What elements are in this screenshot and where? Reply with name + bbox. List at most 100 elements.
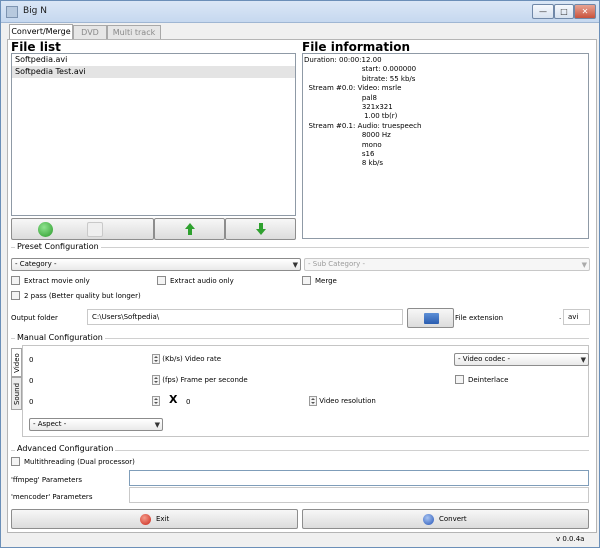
info-line: s16 (304, 150, 375, 159)
chevron-down-icon: ▼ (292, 261, 298, 269)
app-icon (6, 6, 18, 18)
info-line: pal8 (304, 93, 377, 102)
deinterlace-checkbox[interactable]: Deinterlace (455, 374, 509, 385)
category-value: - Category - (15, 260, 57, 268)
merge-checkbox[interactable]: Merge (302, 275, 337, 286)
resolution-width-spinner-wrap (152, 396, 160, 406)
chevron-down-icon: ▼ (580, 356, 586, 364)
resolution-height-field[interactable]: 0 (186, 397, 190, 407)
video-codec-select[interactable]: - Video codec - ▼ (454, 353, 589, 366)
resolution-width-field[interactable]: 0 (29, 397, 33, 407)
output-folder-field[interactable]: C:\Users\Softpedia\ (87, 309, 403, 325)
trash-icon[interactable] (87, 222, 103, 237)
tab-video-label: Video (12, 352, 21, 373)
video-rate-label: (Kb/s) Video rate (162, 355, 222, 363)
video-codec-value: - Video codec - (458, 355, 511, 363)
info-line: 1.00 tb(r) (304, 112, 398, 121)
convert-button[interactable]: Convert (302, 509, 589, 529)
file-list-heading: File list (11, 40, 61, 54)
checkbox-icon (157, 275, 166, 285)
aspect-value: - Aspect - (33, 420, 67, 428)
chevron-down-icon: ▼ (581, 261, 587, 269)
file-extension-label: File extension (455, 314, 504, 322)
version-label: v 0.0.4a (556, 535, 585, 543)
info-line: start: 0.000000 (304, 65, 417, 74)
merge-label: Merge (315, 277, 337, 285)
arrow-down-icon (226, 219, 295, 235)
checkbox-icon (302, 275, 311, 285)
aspect-select[interactable]: - Aspect - ▼ (29, 418, 163, 431)
mencoder-params-field[interactable] (129, 487, 589, 503)
arrow-up-icon (155, 219, 224, 235)
exit-button[interactable]: Exit (11, 509, 298, 529)
close-button[interactable]: ✕ (574, 4, 596, 19)
tab-convert-merge[interactable]: Convert/Merge (9, 24, 73, 40)
resolution-x: X (169, 393, 178, 406)
video-rate-spinner[interactable] (152, 354, 160, 364)
move-up-button[interactable] (154, 218, 225, 240)
output-folder-label: Output folder (11, 314, 58, 322)
list-item[interactable]: Softpedia.avi (12, 54, 295, 66)
resolution-height-spinner[interactable] (309, 396, 317, 406)
ffmpeg-params-field[interactable] (129, 470, 589, 486)
tab-sound[interactable]: Sound (11, 377, 22, 410)
sub-category-select[interactable]: - Sub Category - ▼ (304, 258, 590, 271)
title-bar: Big N — □ ✕ (1, 1, 599, 23)
convert-label: Convert (439, 515, 467, 523)
maximize-button[interactable]: □ (554, 4, 574, 19)
preset-label: Preset Configuration (15, 242, 101, 251)
checkbox-icon (455, 374, 464, 384)
resolution-width-spinner[interactable] (152, 396, 160, 406)
move-down-button[interactable] (225, 218, 296, 240)
category-select[interactable]: - Category - ▼ (11, 258, 301, 271)
sub-category-value: - Sub Category - (308, 260, 366, 268)
tab-sound-label: Sound (12, 382, 21, 405)
two-pass-checkbox[interactable]: 2 pass (Better quality but longer) (11, 290, 141, 301)
tab-multi-track[interactable]: Multi track (107, 25, 161, 40)
fps-row: (fps) Frame per seconde (152, 375, 248, 385)
video-rate-field[interactable]: 0 (29, 355, 33, 365)
convert-merge-panel: File list Softpedia.avi Softpedia Test.a… (7, 39, 597, 533)
advanced-label: Advanced Configuration (15, 444, 116, 453)
file-extension-field[interactable]: avi (563, 309, 590, 325)
checkbox-icon (11, 290, 20, 300)
info-line: 321x321 (304, 103, 393, 112)
mencoder-params-label: 'mencoder' Parameters (11, 493, 93, 501)
chevron-down-icon: ▼ (154, 421, 160, 429)
info-line: Duration: 00:00:12.00 (304, 56, 382, 64)
tab-video[interactable]: Video (11, 348, 22, 377)
window-title: Big N (23, 6, 47, 16)
minimize-button[interactable]: — (532, 4, 554, 19)
exit-icon (140, 514, 151, 525)
video-rate-row: (Kb/s) Video rate (152, 354, 221, 364)
fps-spinner[interactable] (152, 375, 160, 385)
list-item[interactable]: Softpedia Test.avi (12, 66, 295, 78)
checkbox-icon (11, 456, 20, 466)
app-window: Big N — □ ✕ Convert/Merge DVD Multi trac… (0, 0, 600, 548)
two-pass-label: 2 pass (Better quality but longer) (24, 292, 141, 300)
deinterlace-label: Deinterlace (468, 376, 509, 384)
extract-audio-checkbox[interactable]: Extract audio only (157, 275, 234, 286)
video-resolution-label: Video resolution (319, 397, 376, 405)
info-line: Stream #0.1: Audio: truespeech (304, 121, 422, 130)
add-icon[interactable] (38, 222, 53, 237)
file-list[interactable]: Softpedia.avi Softpedia Test.avi (11, 53, 296, 216)
extract-movie-label: Extract movie only (24, 277, 90, 285)
multithreading-checkbox[interactable]: Multithreading (Dual processor) (11, 456, 135, 467)
tab-dvd[interactable]: DVD (73, 25, 107, 40)
convert-icon (423, 514, 434, 525)
extract-movie-checkbox[interactable]: Extract movie only (11, 275, 90, 286)
extract-audio-label: Extract audio only (170, 277, 234, 285)
info-line: bitrate: 55 kb/s (304, 74, 416, 83)
info-line: mono (304, 140, 382, 149)
add-remove-buttons (11, 218, 154, 240)
info-line: 8 kb/s (304, 159, 384, 168)
browse-folder-button[interactable] (407, 308, 454, 328)
multithreading-label: Multithreading (Dual processor) (24, 458, 135, 466)
checkbox-icon (11, 275, 20, 285)
file-info-panel: Duration: 00:00:12.00 start: 0.000000 bi… (302, 53, 589, 239)
fps-label: (fps) Frame per seconde (162, 376, 248, 384)
resolution-row: Video resolution (309, 396, 376, 406)
fps-field[interactable]: 0 (29, 376, 33, 386)
folder-icon (424, 313, 439, 324)
